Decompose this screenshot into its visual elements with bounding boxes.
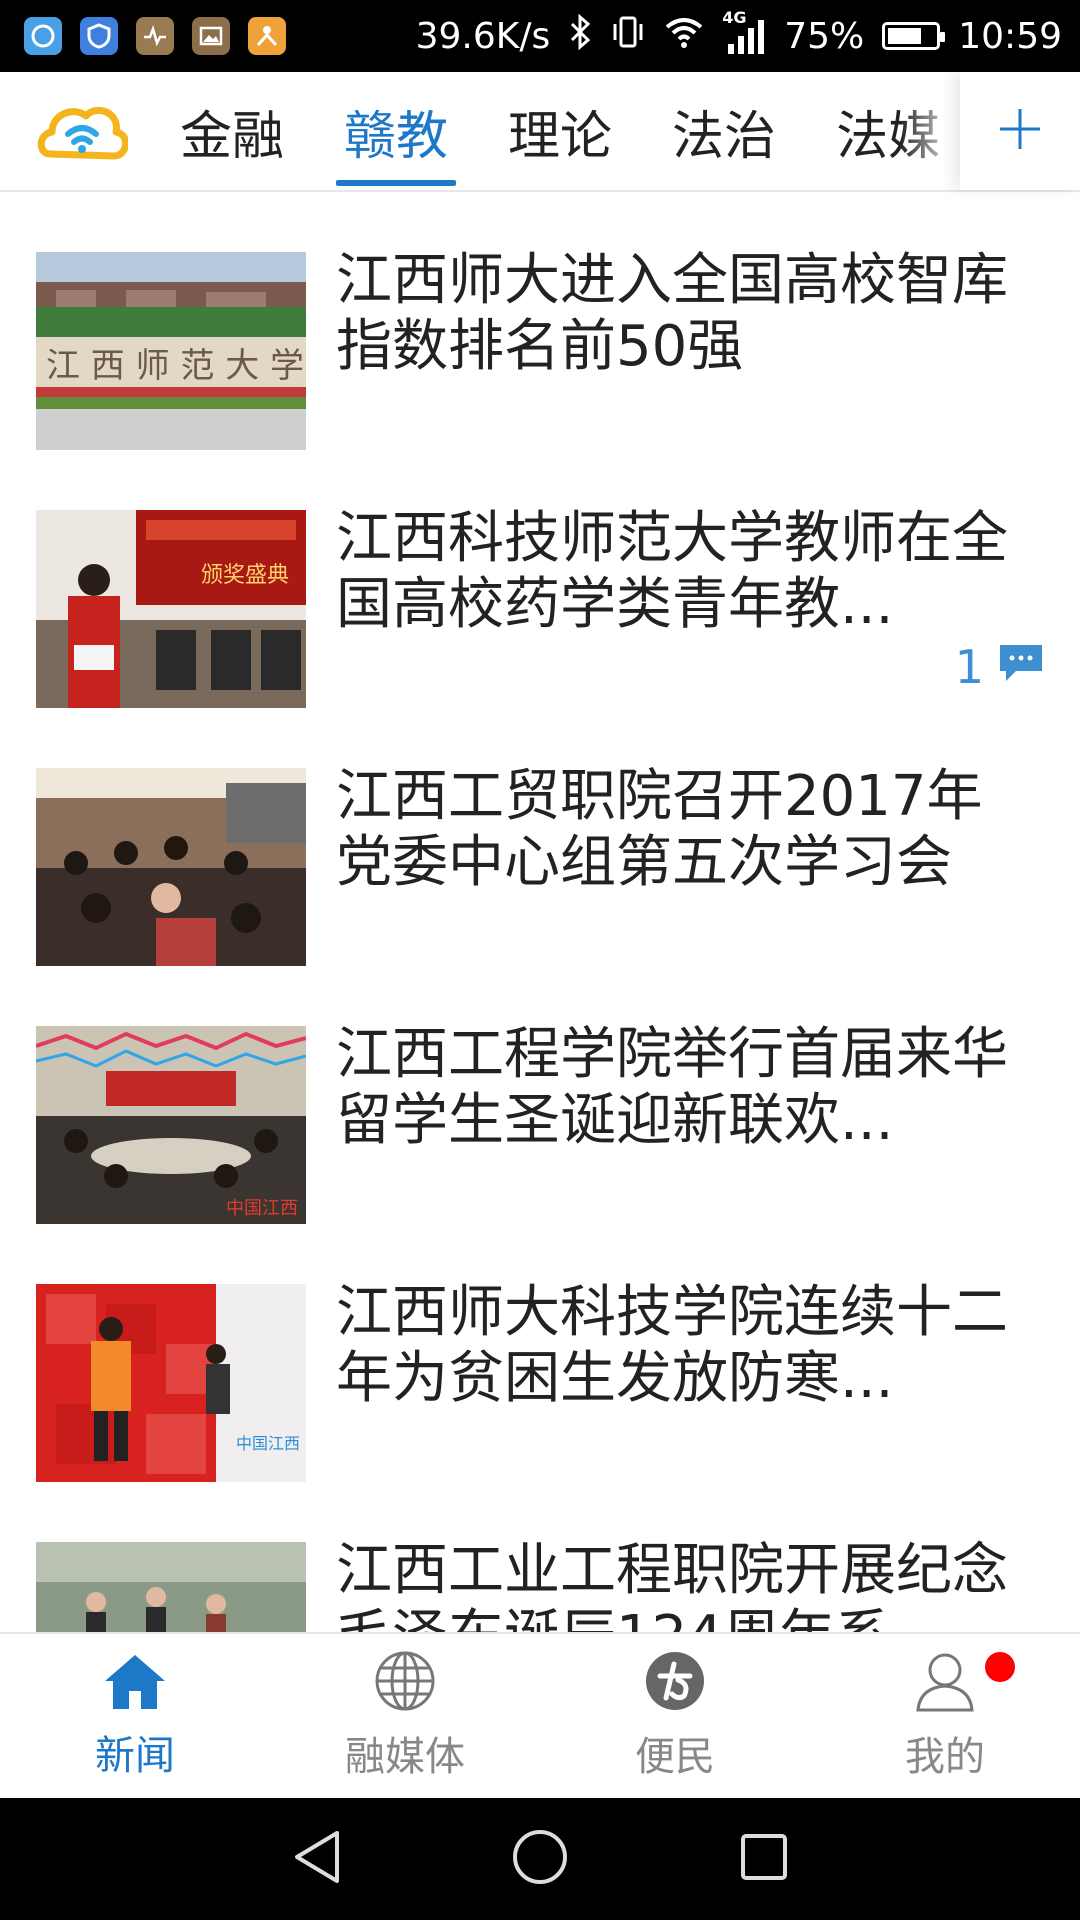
recents-icon[interactable] [739,1832,789,1886]
signal-icon: 4G [722,8,766,56]
tab-label: 金融 [180,106,285,167]
vibrate-icon [610,14,646,59]
news-item[interactable]: 中国江西 江西师大科技学院连续十二年为贫困生发放防寒... [0,1224,1080,1482]
battery-level [888,28,922,44]
battery-percent: 75% [784,15,865,57]
svg-text:中国江西: 中国江西 [226,1198,298,1219]
bluetooth-icon [568,13,592,59]
news-item[interactable]: 颁奖盛典 江西科技师范大学教师在全国高校药学类青年教... 1 [0,450,1080,708]
news-item[interactable]: 江 西 师 范 大 学 江西师大进入全国高校智库指数排名前50强 [0,192,1080,450]
comment-icon [998,640,1044,694]
back-icon[interactable] [291,1829,341,1889]
news-title: 江西工贸职院召开2017年党委中心组第五次学习会 [336,764,983,895]
news-title: 江西师大科技学院连续十二年为贫困生发放防寒... [336,1280,1008,1411]
app-logo-icon[interactable] [36,94,129,170]
nav-label: 我的 [905,1734,985,1780]
tab-label: 赣教 [344,106,449,167]
nav-label: 融媒体 [345,1734,465,1780]
browser-icon [24,17,62,55]
svg-text:颁奖盛典: 颁奖盛典 [201,563,289,588]
news-item[interactable]: 中国江西 江西工程学院举行首届来华留学生圣诞迎新联欢... [0,966,1080,1224]
nav-mine[interactable]: 我的 [810,1634,1080,1798]
nav-label: 便民 [635,1734,715,1780]
home-circle-icon[interactable] [511,1828,569,1890]
network-speed: 39.6K/s [415,15,551,57]
news-title: 江西工程学院举行首届来华留学生圣诞迎新联欢... [336,1022,1008,1153]
tab-fade [900,72,960,190]
news-thumbnail: 江 西 师 范 大 学 [36,252,306,450]
category-bar: 金融 赣教 理论 法治 法媒 [0,72,1080,192]
news-thumbnail [36,768,306,966]
news-thumbnail: 中国江西 [36,1284,306,1482]
add-category-button[interactable] [960,72,1080,190]
news-title: 江西师大进入全国高校智库指数排名前50强 [336,248,1008,379]
bottom-nav: 新闻 融媒体 便民 我的 [0,1632,1080,1798]
status-bar: 39.6K/s 4G 75% 10:59 [0,0,1080,72]
svg-text:中国江西: 中国江西 [236,1434,300,1453]
nav-service[interactable]: 便民 [540,1634,810,1798]
globe-icon [374,1650,436,1716]
notification-badge [985,1652,1015,1682]
news-list: 江 西 师 范 大 学 江西师大进入全国高校智库指数排名前50强 颁奖盛典 江西… [0,192,1080,1632]
system-nav-bar [0,1798,1080,1920]
home-icon [103,1651,167,1715]
category-tabs: 金融 赣教 理论 法治 法媒 [150,72,960,190]
news-title: 江西科技师范大学教师在全国高校药学类青年教... [336,506,1008,637]
news-thumbnail: 中国江西 [36,1026,306,1224]
tab-fazhi[interactable]: 法治 [642,72,806,190]
battery-icon [882,22,946,50]
photo-icon [192,17,230,55]
status-indicators: 39.6K/s 4G 75% 10:59 [415,8,1062,59]
game-icon [248,17,286,55]
nav-label: 新闻 [95,1733,175,1779]
comment-count[interactable]: 1 [955,640,1044,694]
tab-label: 理论 [508,106,613,167]
plus-icon [998,107,1042,155]
svg-text:江 西 师 范 大 学: 江 西 师 范 大 学 [46,346,304,386]
tab-ganjiao[interactable]: 赣教 [314,72,478,190]
tab-jinrong[interactable]: 金融 [150,72,314,190]
news-item[interactable]: 江西工业工程职院开展纪念毛泽东诞辰124周年系 [0,1482,1080,1632]
news-item[interactable]: 江西工贸职院召开2017年党委中心组第五次学习会 [0,708,1080,966]
health-icon [136,17,174,55]
tab-label: 法治 [672,106,777,167]
news-thumbnail [36,1542,306,1632]
news-thumbnail: 颁奖盛典 [36,510,306,708]
service-icon [644,1650,706,1716]
shield-icon [80,17,118,55]
notification-icons [24,17,286,55]
comment-number: 1 [954,640,984,694]
nav-news[interactable]: 新闻 [0,1634,270,1798]
clock: 10:59 [958,15,1062,57]
user-icon [914,1650,976,1716]
news-title: 江西工业工程职院开展纪念毛泽东诞辰124周年系 [336,1538,1008,1632]
nav-media[interactable]: 融媒体 [270,1634,540,1798]
tab-lilun[interactable]: 理论 [478,72,642,190]
wifi-icon [664,15,704,58]
